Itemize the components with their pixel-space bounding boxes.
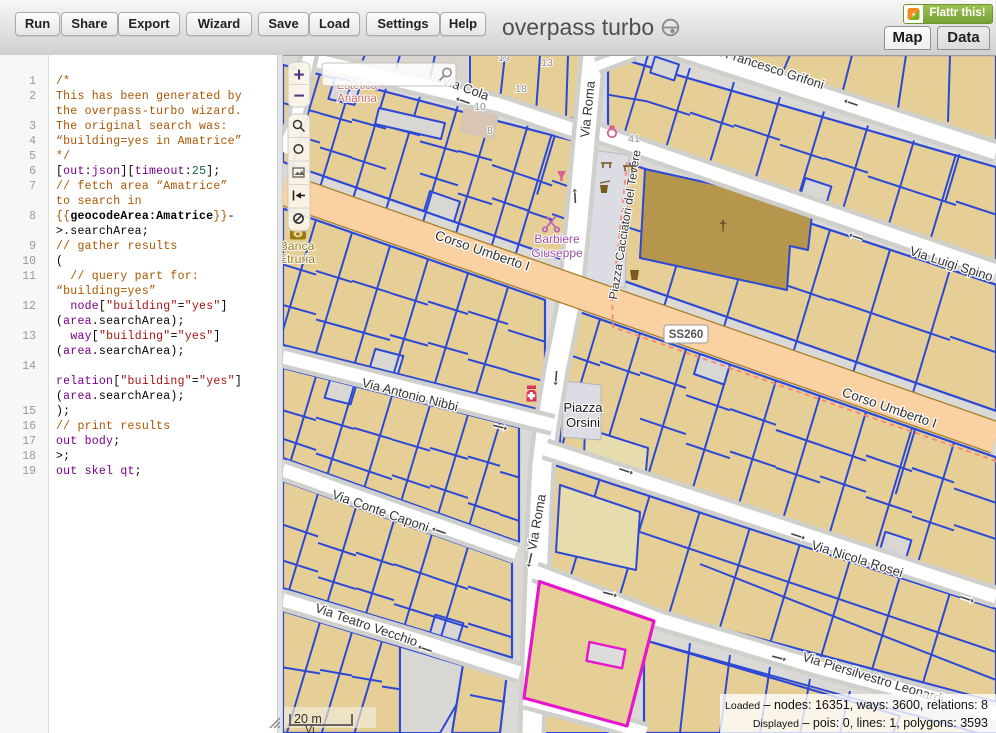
svg-text:†: †: [719, 218, 727, 235]
svg-text:41: 41: [628, 133, 640, 145]
svg-text:SS260: SS260: [669, 329, 704, 341]
svg-text:Orsini: Orsini: [566, 415, 600, 430]
svg-text:Displayed – pois: 0, lines: 1,: Displayed – pois: 0, lines: 1, polygons:…: [753, 716, 988, 730]
svg-text:Piazza: Piazza: [563, 400, 603, 415]
svg-text:−: −: [293, 86, 304, 107]
svg-text:+: +: [293, 65, 304, 86]
svg-text:8: 8: [487, 125, 493, 137]
svg-text:Loaded – nodes: 16351, ways: 3: Loaded – nodes: 16351, ways: 3600, relat…: [725, 698, 988, 712]
svg-text:10: 10: [474, 101, 486, 113]
svg-text:Giuseppe: Giuseppe: [531, 246, 583, 260]
svg-text:Etruria: Etruria: [283, 252, 315, 266]
svg-text:Barbiere: Barbiere: [534, 232, 580, 246]
svg-text:18: 18: [515, 83, 527, 95]
svg-text:13: 13: [541, 57, 553, 69]
svg-text:Vi: Vi: [305, 724, 315, 733]
svg-text:Arianna: Arianna: [337, 93, 377, 105]
svg-text:19: 19: [498, 55, 510, 64]
svg-text:Banca: Banca: [283, 239, 315, 253]
